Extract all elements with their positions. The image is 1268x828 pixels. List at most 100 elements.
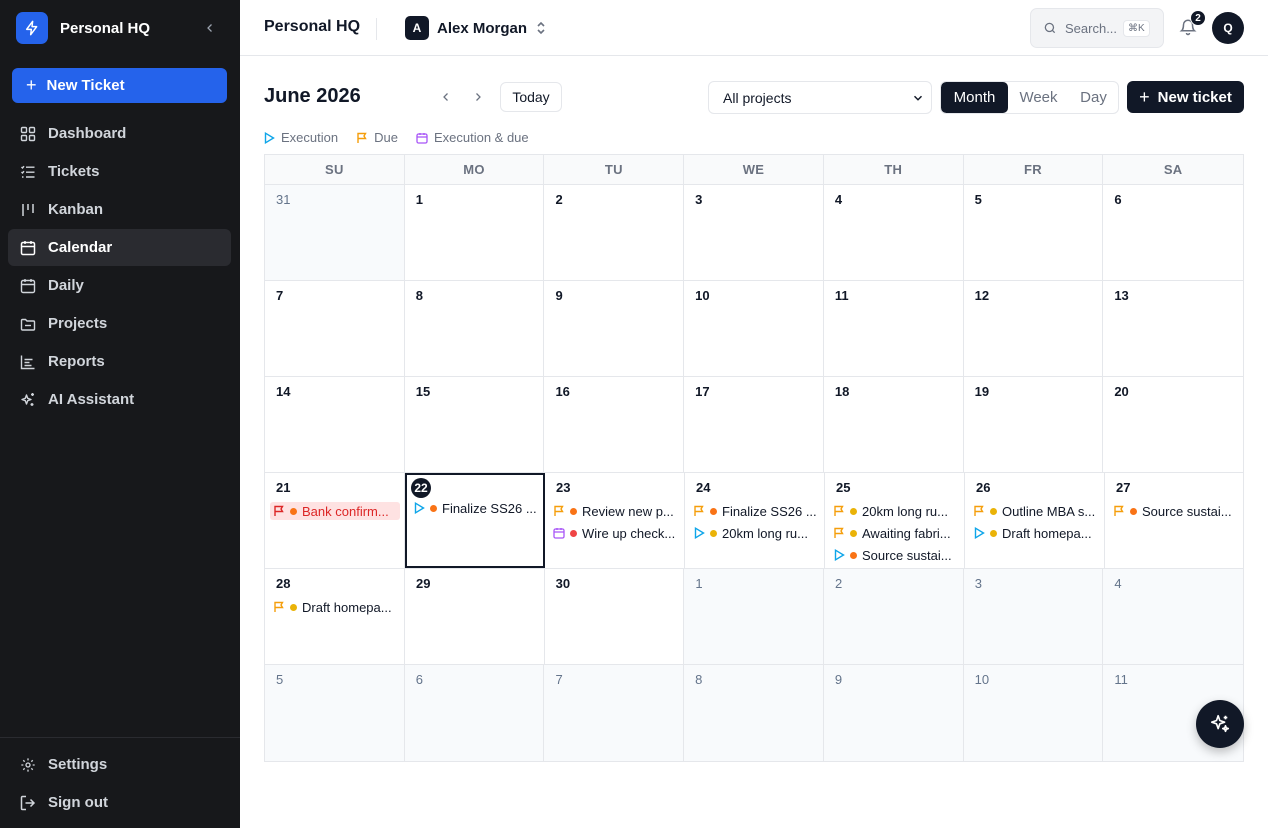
top-header: Personal HQ A Alex Morgan Search... ⌘K 2… <box>240 0 1268 56</box>
calendar-day[interactable]: 7 <box>544 665 685 761</box>
calendar-day[interactable]: 10 <box>963 665 1104 761</box>
day-events: 20km long ru... Awaiting fabri... Source s… <box>834 502 960 564</box>
user-avatar[interactable]: Q <box>1212 12 1244 44</box>
calendar-day[interactable]: 28 Draft homepa... <box>265 569 405 664</box>
event-title: Source sustai... <box>1142 503 1232 519</box>
event-title: Outline MBA s... <box>1002 503 1096 519</box>
calendar-day[interactable]: 1 <box>405 185 545 280</box>
calendar-day[interactable]: 30 <box>545 569 685 664</box>
today-button[interactable]: Today <box>500 82 562 112</box>
sidebar-item-label: Projects <box>48 315 108 332</box>
calendar-day[interactable]: 25 20km long ru... Awaiting fabri... Source… <box>825 473 965 568</box>
calendar-day[interactable]: 18 <box>824 377 964 472</box>
sidebar-item-settings[interactable]: Settings <box>8 746 231 783</box>
collapse-sidebar-button[interactable] <box>200 18 220 38</box>
search-button[interactable]: Search... ⌘K <box>1030 8 1164 48</box>
calendar-day[interactable]: 6 <box>1103 185 1243 280</box>
calendar-event[interactable]: Awaiting fabri... <box>830 524 960 542</box>
calendar-day[interactable]: 13 <box>1103 281 1243 376</box>
sidebar-item-sign-out[interactable]: Sign out <box>8 784 231 821</box>
priority-dot <box>710 529 717 537</box>
sidebar-item-tickets[interactable]: Tickets <box>8 153 231 190</box>
sidebar-item-label: Calendar <box>48 239 113 256</box>
view-week-button[interactable]: Week <box>1008 82 1069 113</box>
calendar-day[interactable]: 2 <box>544 185 685 280</box>
calendar-event[interactable]: Bank confirm... <box>270 502 400 520</box>
next-month-button[interactable] <box>467 86 489 108</box>
calendar-day[interactable]: 17 <box>684 377 824 472</box>
calendar-day[interactable]: 5 <box>964 185 1104 280</box>
calendar-day[interactable]: 15 <box>405 377 545 472</box>
list-icon <box>20 164 36 180</box>
brand[interactable]: Personal HQ <box>16 12 150 44</box>
calendar-day[interactable]: 20 <box>1103 377 1243 472</box>
project-filter-select[interactable]: All projects <box>708 81 932 114</box>
calendar-day[interactable]: 23 Review new p... Wire up check... <box>545 473 685 568</box>
calendar-day[interactable]: 2 <box>824 569 964 664</box>
calendar-day[interactable]: 12 <box>964 281 1104 376</box>
new-ticket-sidebar-button[interactable]: + New Ticket <box>12 68 227 103</box>
sidebar-item-ai-assistant[interactable]: AI Assistant <box>8 381 231 418</box>
sidebar-item-calendar[interactable]: Calendar <box>8 229 231 266</box>
new-ticket-button[interactable]: + New ticket <box>1127 81 1244 113</box>
play-icon <box>264 131 275 144</box>
calendar-day[interactable]: 14 <box>265 377 405 472</box>
calendar-day[interactable]: 8 <box>684 665 824 761</box>
calendar-day[interactable]: 26 Outline MBA s... Draft homepa... <box>965 473 1105 568</box>
calendar-day[interactable]: 4 <box>824 185 964 280</box>
calendar-day[interactable]: 11 <box>824 281 964 376</box>
calendar-event[interactable]: 20km long ru... <box>690 524 820 542</box>
calendar-day[interactable]: 16 <box>544 377 685 472</box>
calendar-day[interactable]: 9 <box>823 665 964 761</box>
calendar-day[interactable]: 10 <box>684 281 824 376</box>
calendar-event[interactable]: Draft homepa... <box>970 524 1100 542</box>
calendar-event[interactable]: Source sustai... <box>1110 502 1241 520</box>
legend: Execution Due Execution & due <box>264 130 547 145</box>
calendar-day[interactable]: 29 <box>405 569 545 664</box>
calendar-day[interactable]: 3 <box>963 569 1104 664</box>
calendar-event[interactable]: 20km long ru... <box>830 502 960 520</box>
priority-dot <box>850 551 857 559</box>
day-number: 24 <box>696 480 711 495</box>
calendar-day[interactable]: 4 <box>1103 569 1244 664</box>
event-title: Draft homepa... <box>302 599 392 615</box>
calendar-event[interactable]: Draft homepa... <box>270 598 400 616</box>
calendar-day[interactable]: 1 <box>684 569 825 664</box>
sidebar-item-reports[interactable]: Reports <box>8 343 231 380</box>
sidebar-item-daily[interactable]: Daily <box>8 267 231 304</box>
calendar-week: 28 Draft homepa... 29 30 1 2 3 4 <box>265 569 1244 665</box>
sidebar-item-dashboard[interactable]: Dashboard <box>8 115 231 152</box>
view-month-button[interactable]: Month <box>941 82 1008 113</box>
calendar-event[interactable]: Finalize SS26 ... <box>690 502 820 520</box>
sidebar-item-projects[interactable]: Projects <box>8 305 231 342</box>
calendar-day[interactable]: 6 <box>404 665 545 761</box>
day-number: 15 <box>415 384 431 399</box>
sidebar: Personal HQ + New Ticket Dashboard Ticket… <box>0 0 240 828</box>
calendar-event[interactable]: Outline MBA s... <box>970 502 1100 520</box>
calendar-day[interactable]: 21 Bank confirm... <box>265 473 405 568</box>
prev-month-button[interactable] <box>435 86 457 108</box>
day-number: 26 <box>976 480 991 495</box>
folder-icon <box>20 316 36 332</box>
calendar-check-icon <box>552 526 566 540</box>
sidebar-item-kanban[interactable]: Kanban <box>8 191 231 228</box>
calendar-event[interactable]: Source sustai... <box>830 546 960 564</box>
day-number: 9 <box>834 672 843 687</box>
calendar-day[interactable]: 24 Finalize SS26 ... 20km long ru... <box>685 473 825 568</box>
gear-icon <box>20 757 36 773</box>
calendar-event[interactable]: Wire up check... <box>550 524 680 542</box>
calendar-day[interactable]: 7 <box>265 281 405 376</box>
calendar-event[interactable]: Finalize SS26 ... <box>410 499 540 517</box>
calendar-day-today[interactable]: 22 Finalize SS26 ... <box>405 473 545 568</box>
calendar-day[interactable]: 27 Source sustai... <box>1105 473 1245 568</box>
calendar-day[interactable]: 8 <box>405 281 545 376</box>
calendar-day[interactable]: 3 <box>684 185 824 280</box>
calendar-event[interactable]: Review new p... <box>550 502 680 520</box>
calendar-day[interactable]: 9 <box>544 281 685 376</box>
calendar-day[interactable]: 31 <box>265 185 405 280</box>
view-day-button[interactable]: Day <box>1069 82 1118 113</box>
calendar-day[interactable]: 19 <box>964 377 1104 472</box>
ai-assistant-button[interactable] <box>1196 700 1244 748</box>
calendar-day[interactable]: 5 <box>265 665 405 761</box>
workspace-switcher[interactable]: A Alex Morgan <box>405 16 547 40</box>
